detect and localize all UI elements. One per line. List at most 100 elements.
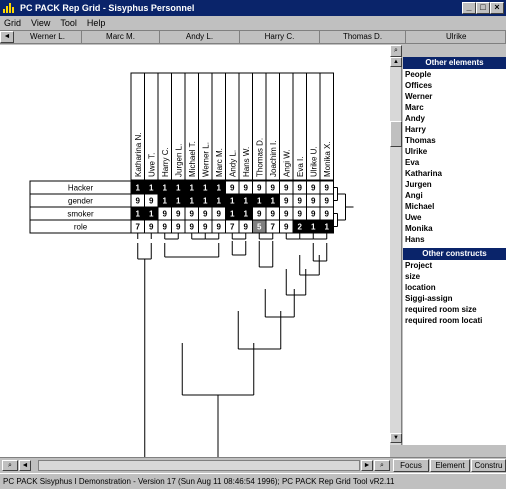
grid-cell-value: 1 bbox=[176, 184, 181, 193]
scroll-down-icon[interactable]: ▼ bbox=[390, 433, 402, 443]
title-bar[interactable]: PC PACK Rep Grid - Sisyphus Personnel _ … bbox=[0, 0, 506, 16]
other-constructs-header: Other constructs bbox=[403, 248, 506, 260]
scroll-thumb[interactable] bbox=[390, 121, 402, 147]
other-element-item[interactable]: Jurgen bbox=[403, 179, 506, 190]
element-name-label: Ulrike U. bbox=[309, 146, 318, 177]
grid-cell-value: 9 bbox=[203, 210, 208, 219]
grid-cell-value: 9 bbox=[190, 223, 195, 232]
grid-cell-value: 1 bbox=[244, 210, 249, 219]
other-construct-item[interactable]: location bbox=[403, 282, 506, 293]
header-element-harry[interactable]: Harry C. bbox=[240, 31, 320, 43]
other-element-item[interactable]: Katharina bbox=[403, 168, 506, 179]
element-name-label: Werner L. bbox=[201, 142, 210, 177]
other-element-item[interactable]: Offices bbox=[403, 80, 506, 91]
grid-cell-value: 1 bbox=[136, 210, 141, 219]
grid-cell-value: 9 bbox=[311, 210, 316, 219]
other-element-item[interactable]: Monika bbox=[403, 223, 506, 234]
grid-cell-value: 9 bbox=[257, 184, 262, 193]
menu-grid[interactable]: Grid bbox=[0, 16, 27, 30]
scroll-up-icon[interactable]: ▲ bbox=[390, 57, 402, 67]
zoom-icon[interactable]: ⌕ bbox=[390, 45, 402, 57]
grid-cell-value: 9 bbox=[298, 184, 303, 193]
element-name-label: Andy L. bbox=[228, 150, 237, 177]
grid-cell-value: 1 bbox=[217, 184, 222, 193]
grid-cell-value: 9 bbox=[325, 184, 330, 193]
grid-cell-value: 9 bbox=[163, 210, 168, 219]
construct-label: Hacker bbox=[68, 184, 94, 193]
menu-help[interactable]: Help bbox=[83, 16, 112, 30]
grid-cell-value: 1 bbox=[136, 184, 141, 193]
element-name-label: Joachim I. bbox=[269, 141, 278, 177]
minimize-button[interactable]: _ bbox=[462, 2, 476, 14]
grid-cell-value: 9 bbox=[149, 223, 154, 232]
rep-grid-svg: Katharina N. Uwe T. Harry C. Jurgen L. Micha… bbox=[29, 72, 354, 457]
zoom-out-icon[interactable]: ⌕ bbox=[2, 460, 18, 471]
other-construct-item[interactable]: Siggi-assign bbox=[403, 293, 506, 304]
grid-cell-value: 9 bbox=[244, 223, 249, 232]
other-element-item[interactable]: Michael bbox=[403, 201, 506, 212]
status-bar: PC PACK Sisyphus I Demonstration - Versi… bbox=[0, 473, 506, 489]
scroll-right-icon[interactable]: ► bbox=[361, 460, 373, 471]
header-scroll-icon[interactable]: ◄ bbox=[0, 31, 14, 43]
grid-cell-value: 9 bbox=[244, 184, 249, 193]
header-element-werner[interactable]: Werner L. bbox=[14, 31, 82, 43]
grid-cell-value: 1 bbox=[244, 197, 249, 206]
header-element-marc[interactable]: Marc M. bbox=[82, 31, 160, 43]
rep-grid-area: Katharina N. Uwe T. Harry C. Jurgen L. Micha… bbox=[0, 45, 390, 457]
header-element-thomas[interactable]: Thomas D. bbox=[320, 31, 406, 43]
bottom-bar: ⌕ ◄ ► ⌕ Focus Element Constru bbox=[0, 457, 506, 472]
other-construct-item[interactable]: Project bbox=[403, 260, 506, 271]
zoom-in-icon[interactable]: ⌕ bbox=[374, 460, 390, 471]
scroll-left-icon[interactable]: ◄ bbox=[19, 460, 31, 471]
grid-cell-value: 1 bbox=[149, 184, 154, 193]
grid-cell-value: 1 bbox=[203, 184, 208, 193]
element-name-label: Marc M. bbox=[215, 148, 224, 177]
close-button[interactable]: × bbox=[490, 2, 504, 14]
other-element-item[interactable]: Andy bbox=[403, 113, 506, 124]
other-constructs-list: Project size location Siggi-assign required … bbox=[403, 260, 506, 326]
other-construct-item[interactable]: required room locati bbox=[403, 315, 506, 326]
app-window: PC PACK Rep Grid - Sisyphus Personnel _ … bbox=[0, 0, 506, 489]
menu-view[interactable]: View bbox=[27, 16, 56, 30]
window-title: PC PACK Rep Grid - Sisyphus Personnel bbox=[20, 3, 195, 13]
other-construct-item[interactable]: size bbox=[403, 271, 506, 282]
element-name-label: Michael T. bbox=[188, 141, 197, 177]
other-construct-item[interactable]: required room size bbox=[403, 304, 506, 315]
other-element-item[interactable]: Thomas bbox=[403, 135, 506, 146]
grid-cell-value: 9 bbox=[203, 223, 208, 232]
other-element-item[interactable]: Hans bbox=[403, 234, 506, 245]
maximize-button[interactable]: □ bbox=[476, 2, 490, 14]
grid-cell-value: 9 bbox=[217, 223, 222, 232]
other-element-item[interactable]: Angi bbox=[403, 190, 506, 201]
grid-cell-value: 9 bbox=[311, 197, 316, 206]
grid-cell-value: 9 bbox=[190, 210, 195, 219]
other-elements-header: Other elements bbox=[403, 57, 506, 69]
construct-label: gender bbox=[68, 197, 93, 206]
side-lists: Other elements People Offices Werner Marc An… bbox=[403, 57, 506, 445]
grid-cell-value: 1 bbox=[230, 210, 235, 219]
grid-cell-value: 1 bbox=[271, 197, 276, 206]
other-element-item[interactable]: Eva bbox=[403, 157, 506, 168]
grid-cell-value: 1 bbox=[163, 197, 168, 206]
other-element-item[interactable]: Werner bbox=[403, 91, 506, 102]
grid-cell-value: 1 bbox=[257, 197, 262, 206]
other-element-item[interactable]: Marc bbox=[403, 102, 506, 113]
grid-cell-value: 9 bbox=[149, 197, 154, 206]
other-element-item[interactable]: Uwe bbox=[403, 212, 506, 223]
construct-button[interactable]: Constru bbox=[471, 459, 506, 472]
element-name-label: Angi W. bbox=[282, 149, 291, 177]
focus-button[interactable]: Focus bbox=[393, 459, 429, 472]
other-element-item[interactable]: People bbox=[403, 69, 506, 80]
grid-cell-value: 9 bbox=[298, 210, 303, 219]
vertical-scrollbar[interactable]: ▲ ▼ bbox=[390, 57, 402, 445]
header-element-andy[interactable]: Andy L. bbox=[160, 31, 240, 43]
grid-cell-value: 9 bbox=[311, 184, 316, 193]
menu-tool[interactable]: Tool bbox=[56, 16, 83, 30]
horizontal-scrollbar[interactable] bbox=[38, 460, 360, 471]
grid-cell-value: 1 bbox=[217, 197, 222, 206]
element-button[interactable]: Element bbox=[430, 459, 470, 472]
other-element-item[interactable]: Ulrike bbox=[403, 146, 506, 157]
header-element-ulrike[interactable]: Ulrike bbox=[406, 31, 506, 43]
other-element-item[interactable]: Harry bbox=[403, 124, 506, 135]
grid-cell-value: 9 bbox=[217, 210, 222, 219]
